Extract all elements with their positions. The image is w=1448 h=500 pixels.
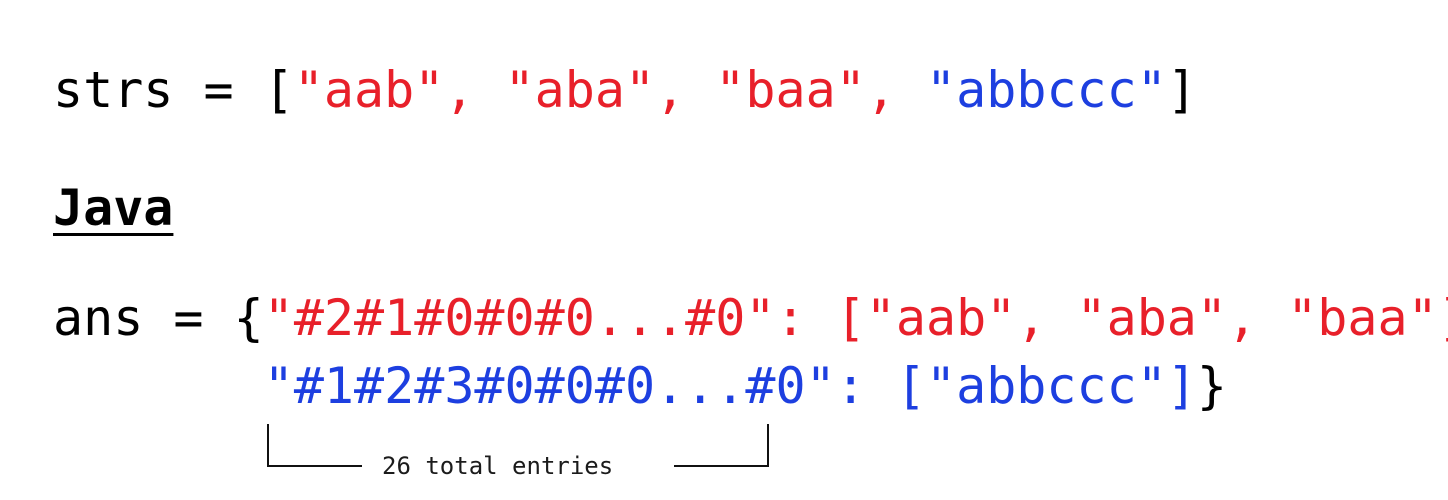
ans-line-1: ans = {"#2#1#0#0#0...#0": ["aab", "aba",… — [53, 288, 1448, 348]
ans-key-2: "#1#2#3#0#0#0...#0 — [263, 357, 806, 415]
ans-value-2: ": ["abbccc"] — [805, 357, 1197, 415]
ans-indent — [53, 357, 264, 415]
entries-annotation: 26 total entries — [372, 452, 624, 480]
strs-line: strs = ["aab", "aba", "baa", "abbccc"] — [53, 60, 1448, 120]
str-baa: "baa" — [715, 61, 866, 119]
comma-1: , — [444, 61, 505, 119]
ans-prefix: ans = { — [53, 289, 264, 347]
comma-3: , — [865, 61, 927, 119]
str-aba: "aba" — [504, 61, 656, 119]
comma-2: , — [655, 61, 716, 119]
str-aab: "aab" — [293, 61, 445, 119]
ans-line-2: "#1#2#3#0#0#0...#0": ["abbccc"]} — [53, 356, 1448, 416]
strs-prefix: strs = [ — [53, 61, 294, 119]
ans-key-1: "#2#1#0#0#0...#0": ["aab", "aba", "baa"]… — [263, 289, 1448, 347]
entries-bracket: 26 total entries — [262, 418, 782, 488]
java-heading: Java — [53, 179, 174, 237]
str-abbccc: "abbccc" — [926, 61, 1167, 119]
ans-suffix: } — [1196, 357, 1228, 415]
strs-suffix: ] — [1166, 61, 1197, 119]
